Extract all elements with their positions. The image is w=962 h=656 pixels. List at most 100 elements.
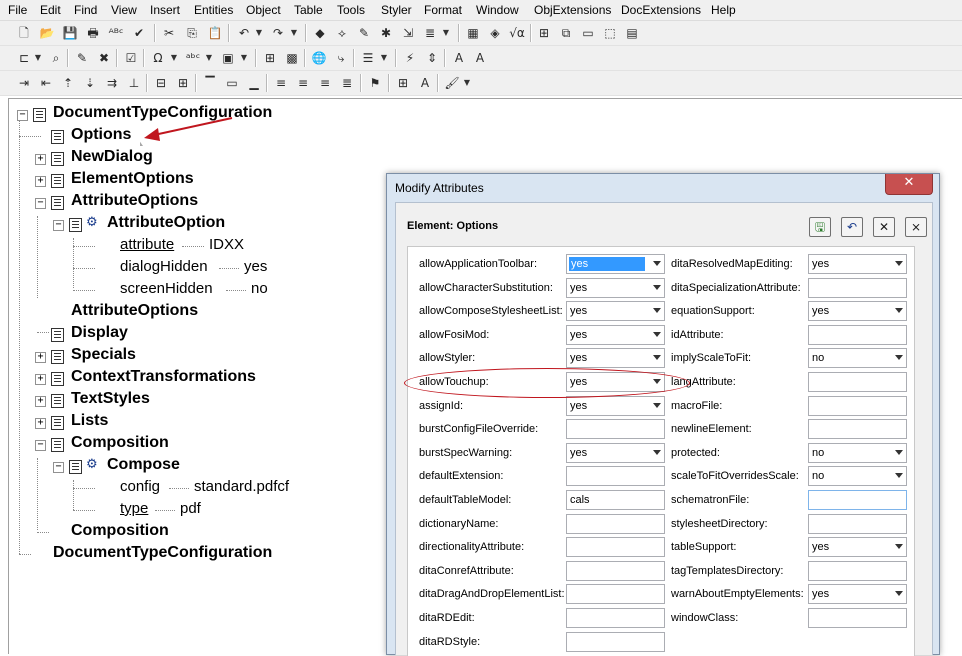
undo-icon[interactable]: ↶ [236,25,252,41]
attribute-input[interactable] [566,631,665,652]
move-down-icon[interactable]: ⇣ [82,75,98,91]
tree-attr-name[interactable]: type [120,499,148,519]
menu-format[interactable]: Format [424,3,462,17]
link-icon[interactable]: 🌐 [311,50,327,66]
menu-table[interactable]: Table [294,3,323,17]
style-icon[interactable]: ⚑ [367,75,383,91]
grid-icon[interactable]: ⊞ [395,75,411,91]
chevron-down-icon[interactable] [895,308,903,314]
menu-object[interactable]: Object [246,3,281,17]
attribute-select[interactable]: no [808,466,907,487]
attribute-input[interactable] [808,277,907,298]
tree-expand-toggle[interactable]: + [35,154,46,165]
attribute-input[interactable] [808,419,907,440]
attribute-select[interactable]: yes [566,442,665,463]
attribute-select[interactable]: yes [808,254,907,274]
attribute-input[interactable]: cals [566,490,665,510]
frame-mid-icon[interactable]: ▭ [224,75,240,91]
attribute-input[interactable] [808,560,907,581]
attribute-input[interactable] [566,584,665,605]
tree-attr-name[interactable]: screenHidden [120,279,213,299]
chevron-down-icon[interactable] [895,591,903,597]
attribute-input[interactable] [808,513,907,534]
table-icon[interactable]: ▦ [465,25,481,41]
abc-dropdown-icon[interactable]: ▼ [205,50,213,66]
italic-a-icon[interactable]: A [417,75,433,91]
chevron-down-icon[interactable] [895,449,903,455]
align-left-icon[interactable]: ≡ [273,75,289,91]
attribute-input[interactable] [566,537,665,558]
table-insert-icon[interactable]: ⊞ [262,50,278,66]
chevron-down-icon[interactable] [895,473,903,479]
tree-attr-name[interactable]: config [120,477,160,497]
omega-dropdown-icon[interactable]: ▼ [170,50,178,66]
obj-tool-3-icon[interactable]: ▭ [580,25,596,41]
chevron-down-icon[interactable] [653,308,661,314]
paste-icon[interactable]: 📋 [207,25,223,41]
list-icon[interactable]: ☰ [360,50,376,66]
menu-view[interactable]: View [111,3,137,17]
attribute-select[interactable]: yes [566,348,665,369]
new-icon[interactable]: 🗋 [16,25,32,41]
join-icon[interactable]: ⊥ [126,75,142,91]
tree-attr-value[interactable]: pdf [180,499,201,519]
attribute-input[interactable] [808,324,907,345]
chevron-down-icon[interactable] [653,331,661,337]
attribute-select[interactable]: yes [566,254,665,274]
tree-node-root-end[interactable]: DocumentTypeConfiguration [53,543,272,563]
tree-expand-toggle[interactable]: + [35,352,46,363]
table-col-icon[interactable]: ⊞ [175,75,191,91]
tree-node-specials[interactable]: Specials [71,345,136,365]
attribute-select[interactable]: yes [566,301,665,322]
menu-docextensions[interactable]: DocExtensions [621,3,701,17]
check-icon[interactable]: ☑ [123,50,139,66]
insert-element-icon[interactable]: ◆ [312,25,328,41]
save-icon[interactable]: 💾 [62,25,78,41]
chevron-down-icon[interactable] [653,284,661,290]
attribute-select[interactable]: no [808,442,907,463]
tree-node-textstyles[interactable]: TextStyles [71,389,150,409]
attribute-input[interactable] [808,490,907,510]
tree-collapse-toggle[interactable]: − [53,462,64,473]
attribute-input[interactable] [808,372,907,392]
redo-dropdown-icon[interactable]: ▼ [290,25,298,41]
attribute-select[interactable]: yes [566,395,665,416]
font-smaller-icon[interactable]: A [472,50,488,66]
tree-expand-toggle[interactable]: + [35,374,46,385]
tree-node-display[interactable]: Display [71,323,128,343]
tree-collapse-toggle[interactable]: − [53,220,64,231]
tree-node-attributeoption[interactable]: AttributeOption [107,213,225,233]
find-icon[interactable]: ⌕ [48,50,64,66]
align-right-icon[interactable]: ≡ [317,75,333,91]
menu-styler[interactable]: Styler [381,3,412,17]
attribute-input[interactable] [808,395,907,416]
tree-node-lists[interactable]: Lists [71,411,108,431]
apply-icon[interactable]: 🖫 [809,217,831,237]
copy-icon[interactable]: ⎘ [184,25,200,41]
obj-tool-5-icon[interactable]: ▤ [624,25,640,41]
tree-node-contexttransformations[interactable]: ContextTransformations [71,367,256,387]
font-bigger-icon[interactable]: A [451,50,467,66]
paint-icon[interactable]: 🖌 [444,75,460,91]
attribute-input[interactable] [808,608,907,628]
move-up-icon[interactable]: ⇡ [60,75,76,91]
tree-attr-name[interactable]: dialogHidden [120,257,208,277]
form-icon[interactable]: ▣ [220,50,236,66]
tag-icon[interactable]: ⊏ [16,50,32,66]
tag-dropdown-icon[interactable]: ▼ [34,50,42,66]
attribute-input[interactable] [566,608,665,628]
frame-bottom-icon[interactable]: ▁ [246,75,262,91]
chevron-down-icon[interactable] [895,355,903,361]
chevron-down-icon[interactable] [653,355,661,361]
tree-node-options[interactable]: Options [71,125,131,145]
tree-node-newdialog[interactable]: NewDialog [71,147,153,167]
attribute-input[interactable] [566,513,665,534]
chevron-down-icon[interactable] [653,402,661,408]
para-icon[interactable]: ⚡ [402,50,418,66]
menu-entities[interactable]: Entities [194,3,233,17]
undo-icon[interactable]: ↶ [841,217,863,237]
attribute-select[interactable]: no [808,348,907,369]
attribute-select[interactable]: yes [808,301,907,322]
draw-icon[interactable]: ✎ [74,50,90,66]
spellcheck-icon[interactable]: ᴬᴮᶜ [108,25,124,41]
